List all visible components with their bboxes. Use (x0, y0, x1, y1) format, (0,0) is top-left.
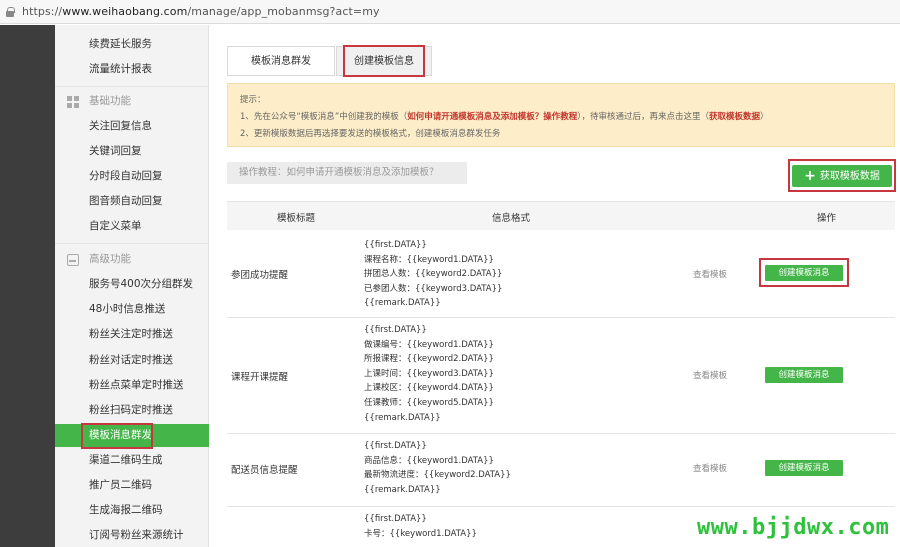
format-line: 上课校区：{{keyword4.DATA}} (364, 383, 494, 394)
sidebar-section-label: 基础功能 (89, 95, 131, 107)
sidebar-divider (55, 86, 209, 87)
sidebar-item-fan-source[interactable]: 订阅号粉丝来源统计 (55, 524, 209, 547)
format-line: 所报课程：{{keyword2.DATA}} (364, 354, 494, 365)
row-title: 配送员信息提醒 (231, 465, 298, 476)
url-prefix: https:// (22, 5, 63, 18)
view-template-link[interactable]: 查看模板 (693, 369, 727, 381)
sidebar-item-timed-reply[interactable]: 分时段自动回复 (55, 165, 209, 188)
url-path: /manage/app_mobanmsg?act=my (187, 5, 380, 18)
row-format: {{first.DATA}} 卡号：{{keyword1.DATA}} (364, 512, 477, 541)
left-nav-strip (0, 25, 55, 547)
format-line: 做课编号：{{keyword1.DATA}} (364, 339, 494, 350)
format-line: 上课时间：{{keyword3.DATA}} (364, 368, 494, 379)
sidebar-item-48h-push[interactable]: 48小时信息推送 (55, 298, 209, 321)
watermark-text: www.bjjdwx.com (697, 515, 890, 540)
grid-icon (67, 96, 79, 108)
view-template-link[interactable]: 查看模板 (693, 268, 727, 280)
inbox-icon (67, 254, 79, 266)
row-title: 参团成功提醒 (231, 270, 289, 281)
table-row: 课程开课提醒 {{first.DATA}} 做课编号：{{keyword1.DA… (227, 318, 895, 434)
sidebar-item-promoter-qr[interactable]: 推广员二维码 (55, 474, 209, 497)
notice-text: ），待审核通过后，再来点击这里（ (577, 112, 709, 122)
table-header: 模板标题 信息格式 操作 (227, 201, 895, 230)
notice-link-fetch[interactable]: 获取模板数据 (709, 112, 760, 122)
address-bar[interactable]: https://www.weihaobang.com/manage/app_mo… (0, 0, 900, 24)
notice-text: ） (760, 112, 769, 122)
format-line: {{first.DATA}} (364, 325, 427, 335)
sidebar-item-custom-menu[interactable]: 自定义菜单 (55, 215, 209, 238)
format-line: {{remark.DATA}} (364, 484, 441, 495)
sidebar-divider (55, 243, 209, 244)
sidebar-section-advanced: 高级功能 (55, 248, 209, 271)
row-format: {{first.DATA}} 课程名称：{{keyword1.DATA}} 拼团… (364, 238, 502, 311)
notice-text: 1、先在公众号“模板消息”中创建我的模板（ (240, 112, 408, 122)
sidebar-item-scan-push[interactable]: 粉丝扫码定时推送 (55, 399, 209, 422)
format-line: 任课教师：{{keyword5.DATA}} (364, 397, 494, 408)
row-format: {{first.DATA}} 商品信息：{{keyword1.DATA}} 最新… (364, 439, 511, 497)
format-line: {{first.DATA}} (364, 441, 427, 451)
format-line: 已参团人数：{{keyword3.DATA}} (364, 283, 503, 294)
format-line: {{remark.DATA}} (364, 298, 441, 309)
sidebar-item-follow-push[interactable]: 粉丝关注定时推送 (55, 323, 209, 346)
notice-heading: 提示： (240, 95, 266, 105)
sidebar-item-keyword-reply[interactable]: 关键词回复 (55, 140, 209, 163)
format-line: {{remark.DATA}} (364, 412, 441, 423)
format-line: 拼团总人数：{{keyword2.DATA}} (364, 269, 503, 280)
notice-link-tutorial[interactable]: 如何申请开通模板消息及添加模板？操作教程 (407, 112, 577, 122)
sidebar-item-follow-reply[interactable]: 关注回复信息 (55, 115, 209, 138)
sidebar-item-traffic-stats[interactable]: 流量统计报表 (55, 58, 209, 81)
sidebar-item-channel-qr[interactable]: 渠道二维码生成 (55, 449, 209, 472)
create-template-message-button[interactable]: 创建模板消息 (765, 460, 843, 476)
format-line: {{first.DATA}} (364, 514, 427, 524)
format-line: {{first.DATA}} (364, 240, 427, 250)
highlight-frame (81, 423, 153, 449)
format-line: 卡号：{{keyword1.DATA}} (364, 528, 477, 539)
sidebar-item-group-send[interactable]: 服务号400次分组群发 (55, 273, 209, 296)
sidebar-item-menu-push[interactable]: 粉丝点菜单定时推送 (55, 374, 209, 397)
sidebar-section-basic: 基础功能 (55, 90, 209, 113)
sidebar-item-renew[interactable]: 续费延长服务 (55, 33, 209, 56)
format-line: 最新物流进度：{{keyword2.DATA}} (364, 470, 511, 481)
table-row: 配送员信息提醒 {{first.DATA}} 商品信息：{{keyword1.D… (227, 434, 895, 507)
sidebar: 续费延长服务 流量统计报表 基础功能 关注回复信息 关键词回复 分时段自动回复 … (55, 25, 209, 547)
view-template-link[interactable]: 查看模板 (693, 462, 727, 474)
url-host: www.weihaobang.com (62, 5, 188, 18)
notice-line-1: 1、先在公众号“模板消息”中创建我的模板（如何申请开通模板消息及添加模板？操作教… (240, 109, 882, 126)
tutorial-link[interactable]: 操作教程：如何申请开通模板消息及添加模板？ (227, 162, 467, 184)
sidebar-section-label: 高级功能 (89, 253, 131, 265)
highlight-frame (759, 258, 849, 287)
row-title: 课程开课提醒 (231, 372, 289, 383)
highlight-frame (788, 159, 896, 192)
url-text[interactable]: https://www.weihaobang.com/manage/app_mo… (22, 5, 380, 18)
main-content: 模板消息群发 创建模板信息 提示： 1、先在公众号“模板消息”中创建我的模板（如… (210, 25, 900, 547)
row-format: {{first.DATA}} 做课编号：{{keyword1.DATA}} 所报… (364, 323, 494, 425)
sidebar-item-chat-push[interactable]: 粉丝对话定时推送 (55, 349, 209, 372)
tab-template-send[interactable]: 模板消息群发 (227, 46, 335, 76)
format-line: 商品信息：{{keyword1.DATA}} (364, 455, 494, 466)
highlight-frame (343, 45, 425, 77)
column-header-action: 操作 (817, 213, 837, 224)
column-header-format: 信息格式 (492, 213, 531, 224)
notice-line-2: 2、更新模版数据后再选择要发送的模板格式，创建模板消息群发任务 (240, 129, 501, 139)
format-line: 课程名称：{{keyword1.DATA}} (364, 254, 494, 265)
create-template-message-button[interactable]: 创建模板消息 (765, 367, 843, 383)
column-header-title: 模板标题 (277, 213, 316, 224)
lock-icon (6, 6, 15, 17)
notice-box: 提示： 1、先在公众号“模板消息”中创建我的模板（如何申请开通模板消息及添加模板… (227, 83, 895, 147)
sidebar-item-media-reply[interactable]: 图音频自动回复 (55, 190, 209, 213)
sidebar-item-poster-qr[interactable]: 生成海报二维码 (55, 499, 209, 522)
